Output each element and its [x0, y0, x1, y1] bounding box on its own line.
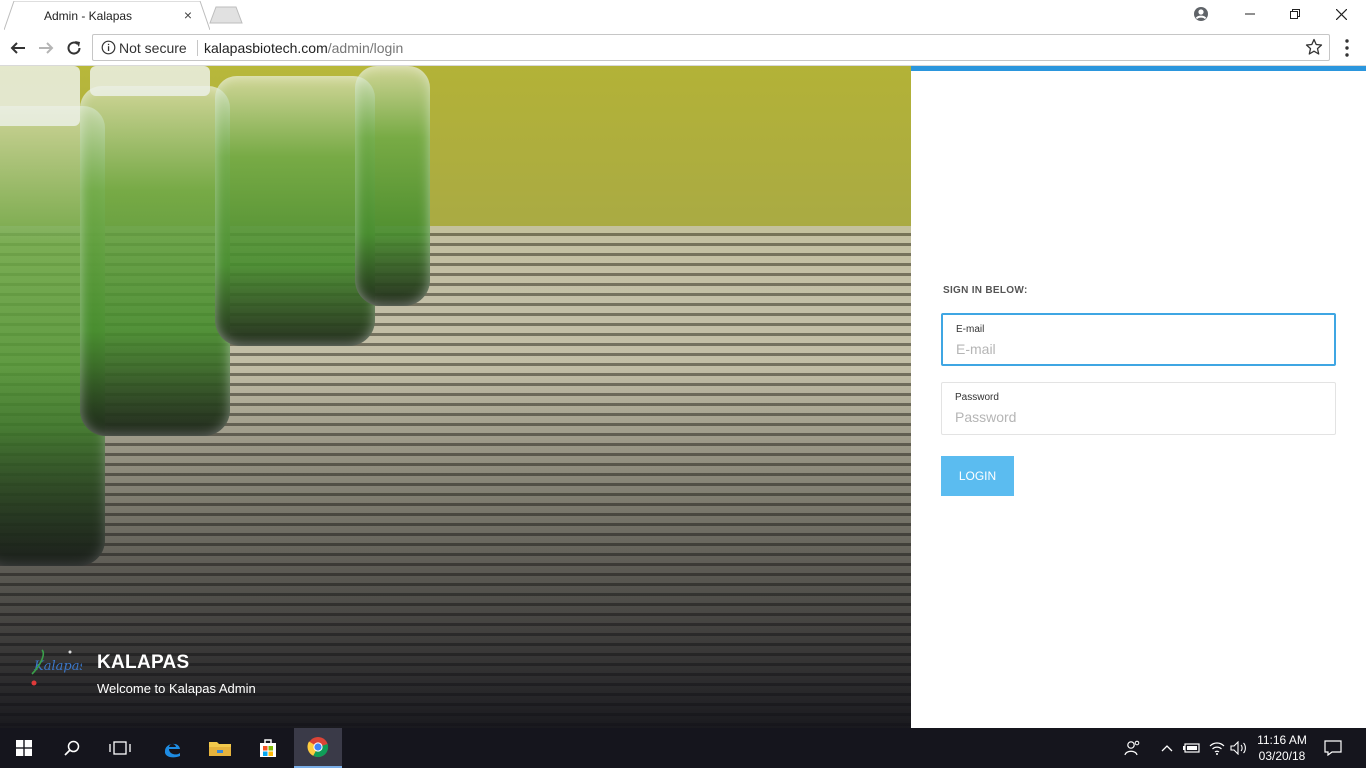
edge-button[interactable] [148, 728, 196, 768]
start-icon [16, 740, 32, 756]
brand-name: KALAPAS [97, 652, 190, 673]
windows-taskbar: 11:16 AM 03/20/18 [0, 728, 1366, 768]
url-text[interactable]: kalapasbiotech.com/admin/login [204, 40, 403, 56]
start-button[interactable] [0, 728, 48, 768]
battery-button[interactable] [1182, 738, 1202, 758]
store-button[interactable] [244, 728, 292, 768]
email-field[interactable]: E-mail [941, 313, 1336, 366]
hero-wall [380, 66, 911, 236]
jar-2-lid [90, 66, 210, 96]
task-view-icon [109, 741, 131, 755]
action-center-button[interactable] [1323, 738, 1343, 758]
wifi-button[interactable] [1207, 738, 1227, 758]
file-explorer-button[interactable] [196, 728, 244, 768]
chrome-button[interactable] [294, 728, 342, 768]
file-explorer-icon [209, 742, 231, 756]
password-field[interactable]: Password [941, 382, 1336, 435]
url-host: kalapasbiotech.com [204, 40, 328, 56]
show-hidden-icons-button[interactable] [1157, 738, 1177, 758]
brand-tagline: Welcome to Kalapas Admin [97, 681, 256, 696]
notification-icon [1324, 740, 1342, 756]
browser-tab[interactable]: Admin - Kalapas × [14, 1, 204, 30]
page-content: Kalapas KALAPAS Welcome to Kalapas Admin… [0, 66, 1366, 728]
forward-button[interactable] [34, 36, 58, 60]
minimize-icon [1245, 13, 1255, 15]
password-input[interactable] [955, 409, 1315, 425]
close-window-button[interactable] [1318, 0, 1364, 28]
wifi-icon [1209, 742, 1225, 755]
clock-date: 03/20/18 [1258, 749, 1306, 763]
kalapas-logo: Kalapas [31, 649, 82, 686]
info-icon[interactable] [101, 40, 116, 55]
panel-accent-bar [911, 66, 1366, 71]
bookmark-star-icon[interactable] [1305, 38, 1323, 56]
jar-4 [355, 66, 430, 306]
profile-icon[interactable] [1193, 6, 1209, 22]
hero-image: Kalapas KALAPAS Welcome to Kalapas Admin [0, 66, 911, 728]
chevron-up-icon [1161, 745, 1173, 752]
url-path: /admin/login [327, 40, 404, 56]
forward-arrow-icon [39, 42, 54, 54]
tab-title: Admin - Kalapas [44, 9, 133, 23]
signin-heading: SIGN IN BELOW: [943, 285, 1028, 296]
jar-1-lid [0, 66, 80, 126]
close-icon [1335, 8, 1347, 20]
new-tab-button[interactable] [206, 6, 244, 24]
jar-3 [215, 76, 375, 346]
login-button[interactable]: LOGIN [941, 456, 1014, 496]
email-input[interactable] [956, 341, 1316, 357]
chrome-icon [307, 737, 329, 758]
restore-button[interactable] [1272, 0, 1318, 28]
address-bar[interactable]: Not secure kalapasbiotech.com/admin/logi… [92, 34, 1330, 61]
battery-icon [1183, 743, 1200, 753]
omnibox-divider [197, 40, 198, 56]
system-clock[interactable]: 11:16 AM 03/20/18 [1252, 732, 1312, 764]
search-icon [64, 740, 80, 756]
restore-icon [1290, 9, 1300, 19]
people-button[interactable] [1122, 738, 1142, 758]
clock-time: 11:16 AM [1257, 733, 1307, 747]
password-label: Password [955, 392, 999, 403]
volume-icon [1230, 741, 1246, 755]
email-label: E-mail [956, 324, 985, 335]
back-arrow-icon [10, 42, 25, 54]
back-button[interactable] [6, 36, 30, 60]
tab-close-icon[interactable]: × [180, 7, 196, 23]
browser-menu-icon[interactable] [1342, 38, 1352, 58]
minimize-button[interactable] [1227, 0, 1273, 28]
tab-strip: Admin - Kalapas × [0, 0, 1366, 30]
store-icon [260, 739, 276, 757]
browser-toolbar: Not secure kalapasbiotech.com/admin/logi… [0, 30, 1366, 66]
edge-icon [164, 743, 180, 758]
reload-button[interactable] [62, 36, 86, 60]
volume-button[interactable] [1229, 738, 1249, 758]
security-status[interactable]: Not secure [119, 40, 187, 56]
reload-icon [67, 41, 81, 55]
people-icon [1124, 740, 1140, 756]
login-panel: SIGN IN BELOW: E-mail Password LOGIN [911, 66, 1366, 728]
task-view-button[interactable] [96, 728, 144, 768]
search-button[interactable] [48, 728, 96, 768]
